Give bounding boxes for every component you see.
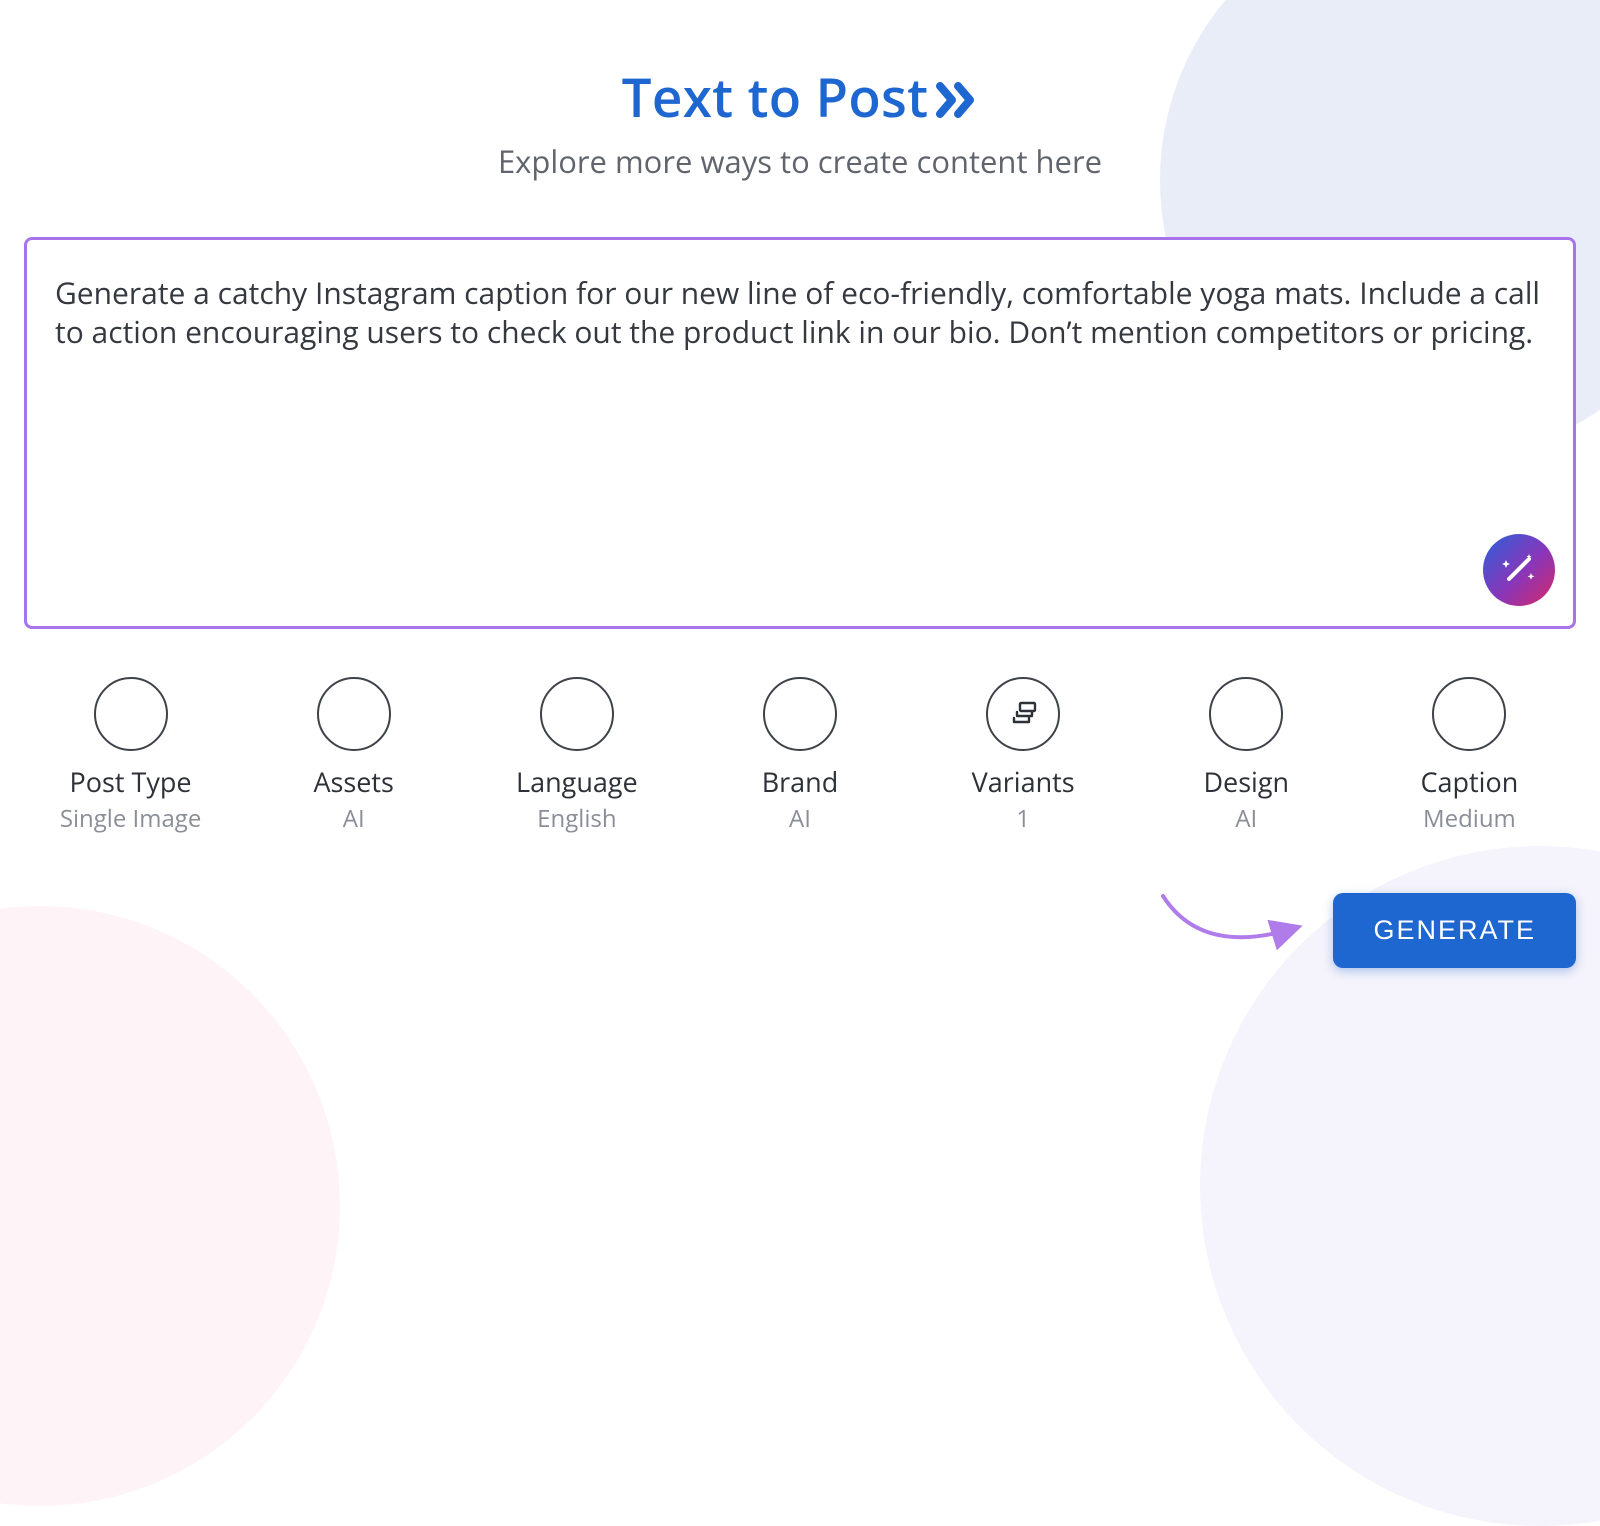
title-link[interactable]: Text to Post: [622, 60, 979, 133]
option-value: Medium: [1423, 802, 1516, 835]
option-value: English: [537, 802, 616, 835]
double-chevron-right-icon: [936, 80, 978, 120]
option-value: AI: [343, 802, 365, 835]
option-circle-variants: [986, 677, 1060, 751]
option-circle-caption: [1432, 677, 1506, 751]
option-label: Design: [1203, 763, 1289, 800]
option-label: Language: [516, 763, 638, 800]
option-variants[interactable]: Variants1: [917, 677, 1130, 835]
page-title: Text to Post: [622, 60, 929, 133]
arrow-annotation-icon: [1155, 888, 1305, 965]
option-post-type[interactable]: Post TypeSingle Image: [24, 677, 237, 835]
option-circle-post-type: [94, 677, 168, 751]
option-caption[interactable]: CaptionMedium: [1363, 677, 1576, 835]
magic-enhance-button[interactable]: [1483, 534, 1555, 606]
layers-icon: [1007, 696, 1039, 733]
option-design[interactable]: DesignAI: [1140, 677, 1353, 835]
option-brand[interactable]: BrandAI: [693, 677, 906, 835]
option-language[interactable]: LanguageEnglish: [470, 677, 683, 835]
generate-button[interactable]: GENERATE: [1333, 893, 1576, 968]
option-circle-language: [540, 677, 614, 751]
option-value: 1: [1016, 802, 1030, 835]
option-label: Assets: [313, 763, 393, 800]
prompt-box: [24, 237, 1576, 629]
option-label: Brand: [762, 763, 839, 800]
header: Text to Post Explore more ways to create…: [16, 60, 1584, 183]
option-value: AI: [789, 802, 811, 835]
option-circle-brand: [763, 677, 837, 751]
option-circle-assets: [317, 677, 391, 751]
option-value: AI: [1235, 802, 1257, 835]
option-label: Post Type: [70, 763, 192, 800]
option-value: Single Image: [60, 802, 202, 835]
option-label: Variants: [972, 763, 1075, 800]
option-assets[interactable]: AssetsAI: [247, 677, 460, 835]
options-row: Post TypeSingle ImageAssetsAILanguageEng…: [16, 677, 1584, 835]
option-circle-design: [1209, 677, 1283, 751]
prompt-input[interactable]: [27, 240, 1573, 626]
option-label: Caption: [1421, 763, 1519, 800]
magic-wand-icon: [1499, 549, 1539, 592]
footer-row: GENERATE: [16, 893, 1584, 968]
page-subtitle: Explore more ways to create content here: [16, 141, 1584, 183]
